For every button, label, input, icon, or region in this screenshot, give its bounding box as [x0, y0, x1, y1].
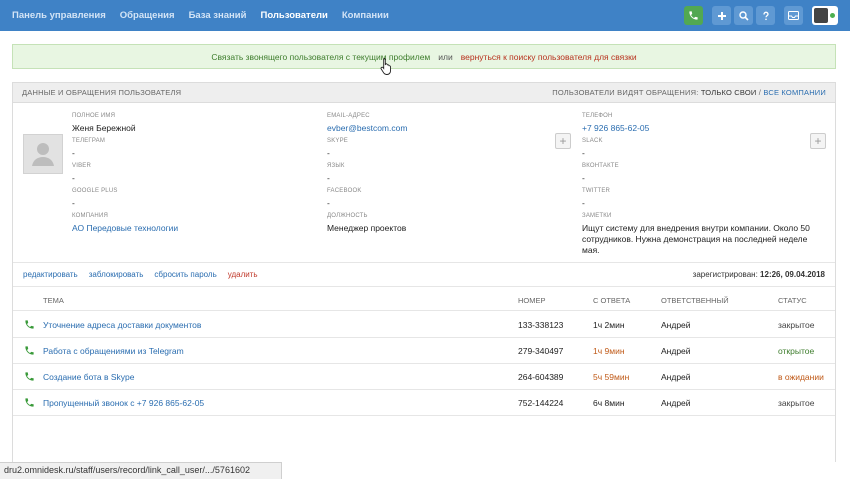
tickets-table-header: Тема Номер С ответа Ответственный Статус: [13, 288, 835, 311]
visibility-label: Пользователи видят обращения:: [552, 88, 699, 97]
ticket-subject-link[interactable]: Работа с обращениями из Telegram: [43, 346, 184, 356]
field-company: Компания АО Передовые технологии: [72, 213, 179, 234]
nav-knowledge-base[interactable]: База знаний: [189, 10, 247, 21]
ticket-time-since-reply: 1ч 2мин: [593, 320, 625, 330]
ticket-subject-link[interactable]: Уточнение адреса доставки документов: [43, 320, 201, 330]
visibility-all-option[interactable]: все компании: [763, 88, 826, 97]
ticket-subject-link[interactable]: Пропущенный звонок с +7 926 865-62-05: [43, 398, 204, 408]
edit-user-link[interactable]: редактировать: [23, 270, 78, 279]
registered-value: 12:26, 09.04.2018: [760, 270, 825, 279]
ticket-number: 133-338123: [518, 320, 564, 330]
user-avatar-menu[interactable]: [812, 6, 838, 25]
field-slack: Slack -: [582, 138, 603, 158]
plus-icon[interactable]: [712, 6, 731, 25]
nav-dashboard[interactable]: Панель управления: [12, 10, 106, 21]
hand-cursor-icon: [380, 58, 391, 75]
phone-call-icon: [24, 371, 35, 382]
phone-call-icon: [24, 397, 35, 408]
field-telegram: Телеграм -: [72, 138, 106, 158]
link-current-profile-link[interactable]: Связать звонящего пользователя с текущим…: [211, 52, 430, 62]
visibility-own-option[interactable]: только свои: [701, 88, 757, 97]
col-responsible[interactable]: Ответственный: [661, 296, 729, 305]
field-language: Язык -: [327, 163, 345, 183]
browser-status-bar: dru2.omnidesk.ru/staff/users/record/link…: [0, 462, 282, 479]
field-viber: Viber -: [72, 163, 92, 183]
block-user-link[interactable]: заблокировать: [89, 270, 144, 279]
col-since[interactable]: С ответа: [593, 296, 630, 305]
delete-user-link[interactable]: удалить: [228, 270, 258, 279]
avatar: [814, 8, 828, 23]
field-skype: Skype -: [327, 138, 349, 158]
back-to-search-link[interactable]: вернуться к поиску пользователя для связ…: [461, 52, 637, 62]
top-icons: [684, 6, 838, 25]
ticket-responsible: Андрей: [661, 372, 691, 382]
panel-title: Данные и обращения пользователя: [22, 88, 182, 97]
alert-or-text: или: [438, 51, 453, 62]
field-phone: Телефон +7 926 865-62-05: [582, 113, 650, 134]
field-google-plus: Google Plus -: [72, 188, 118, 208]
add-phone-button[interactable]: +: [810, 133, 826, 149]
search-icon[interactable]: [734, 6, 753, 25]
ticket-subject-link[interactable]: Создание бота в Skype: [43, 372, 135, 382]
ticket-responsible: Андрей: [661, 320, 691, 330]
phone-icon[interactable]: [684, 6, 703, 25]
main-nav: Панель управления Обращения База знаний …: [12, 0, 403, 31]
table-row[interactable]: Работа с обращениями из Telegram 279-3404…: [13, 338, 835, 364]
panel-header: Данные и обращения пользователя Пользова…: [13, 83, 835, 103]
field-vkontakte: ВКонтакте -: [582, 163, 619, 183]
registered-label: зарегистрирован:: [692, 270, 758, 279]
col-status[interactable]: Статус: [778, 296, 807, 305]
table-row[interactable]: Пропущенный звонок с +7 926 865-62-05 752…: [13, 390, 835, 416]
registered-info: зарегистрирован: 12:26, 09.04.2018: [693, 270, 825, 279]
add-email-button[interactable]: +: [555, 133, 571, 149]
phone-call-icon: [24, 345, 35, 356]
ticket-status: закрытое: [778, 320, 815, 330]
phone-link[interactable]: +7 926 865-62-05: [582, 123, 649, 134]
user-avatar[interactable]: [23, 134, 63, 174]
col-subject[interactable]: Тема: [43, 296, 64, 305]
ticket-number: 279-340497: [518, 346, 564, 356]
top-navigation-bar: Панель управления Обращения База знаний …: [0, 0, 850, 31]
user-info-section: Полное имя Женя Бережной Телеграм - Vibe…: [13, 103, 835, 263]
phone-call-icon: [24, 319, 35, 330]
ticket-number: 752-144224: [518, 398, 564, 408]
ticket-status: открытое: [778, 346, 815, 356]
ticket-responsible: Андрей: [661, 346, 691, 356]
field-full-name: Полное имя Женя Бережной: [72, 113, 136, 133]
ticket-time-since-reply: 1ч 9мин: [593, 346, 625, 356]
visibility-setting: Пользователи видят обращения: только сво…: [552, 88, 826, 97]
nav-tickets[interactable]: Обращения: [120, 10, 175, 21]
field-position: Должность Менеджер проектов: [327, 213, 407, 233]
user-actions-bar: редактировать заблокировать сбросить пар…: [13, 263, 835, 287]
nav-users[interactable]: Пользователи: [260, 10, 327, 21]
ticket-status: закрытое: [778, 398, 815, 408]
user-silhouette-icon: [32, 143, 54, 166]
reset-password-link[interactable]: сбросить пароль: [154, 270, 216, 279]
table-row[interactable]: Создание бота в Skype 264-604389 5ч 59мин А…: [13, 364, 835, 390]
ticket-time-since-reply: 6ч 8мин: [593, 398, 625, 408]
email-link[interactable]: evber@bestcom.com: [327, 123, 407, 134]
ticket-responsible: Андрей: [661, 398, 691, 408]
nav-companies[interactable]: Компании: [342, 10, 389, 21]
ticket-number: 264-604389: [518, 372, 564, 382]
company-link[interactable]: АО Передовые технологии: [72, 223, 178, 234]
table-row[interactable]: Уточнение адреса доставки документов 133-…: [13, 312, 835, 338]
col-number[interactable]: Номер: [518, 296, 546, 305]
user-panel: Данные и обращения пользователя Пользова…: [12, 82, 836, 462]
inbox-icon[interactable]: [784, 6, 803, 25]
online-status-icon: [830, 13, 835, 18]
field-email: Email-адрес evber@bestcom.com: [327, 113, 408, 134]
field-facebook: Facebook -: [327, 188, 362, 208]
visibility-separator: /: [758, 88, 762, 97]
help-icon[interactable]: [756, 6, 775, 25]
field-twitter: Twitter -: [582, 188, 611, 208]
field-notes: Заметки Ищут систему для внедрения внутр…: [582, 213, 810, 255]
ticket-time-since-reply: 5ч 59мин: [593, 372, 630, 382]
ticket-status: в ожидании: [778, 372, 824, 382]
link-call-alert: Связать звонящего пользователя с текущим…: [12, 44, 836, 69]
